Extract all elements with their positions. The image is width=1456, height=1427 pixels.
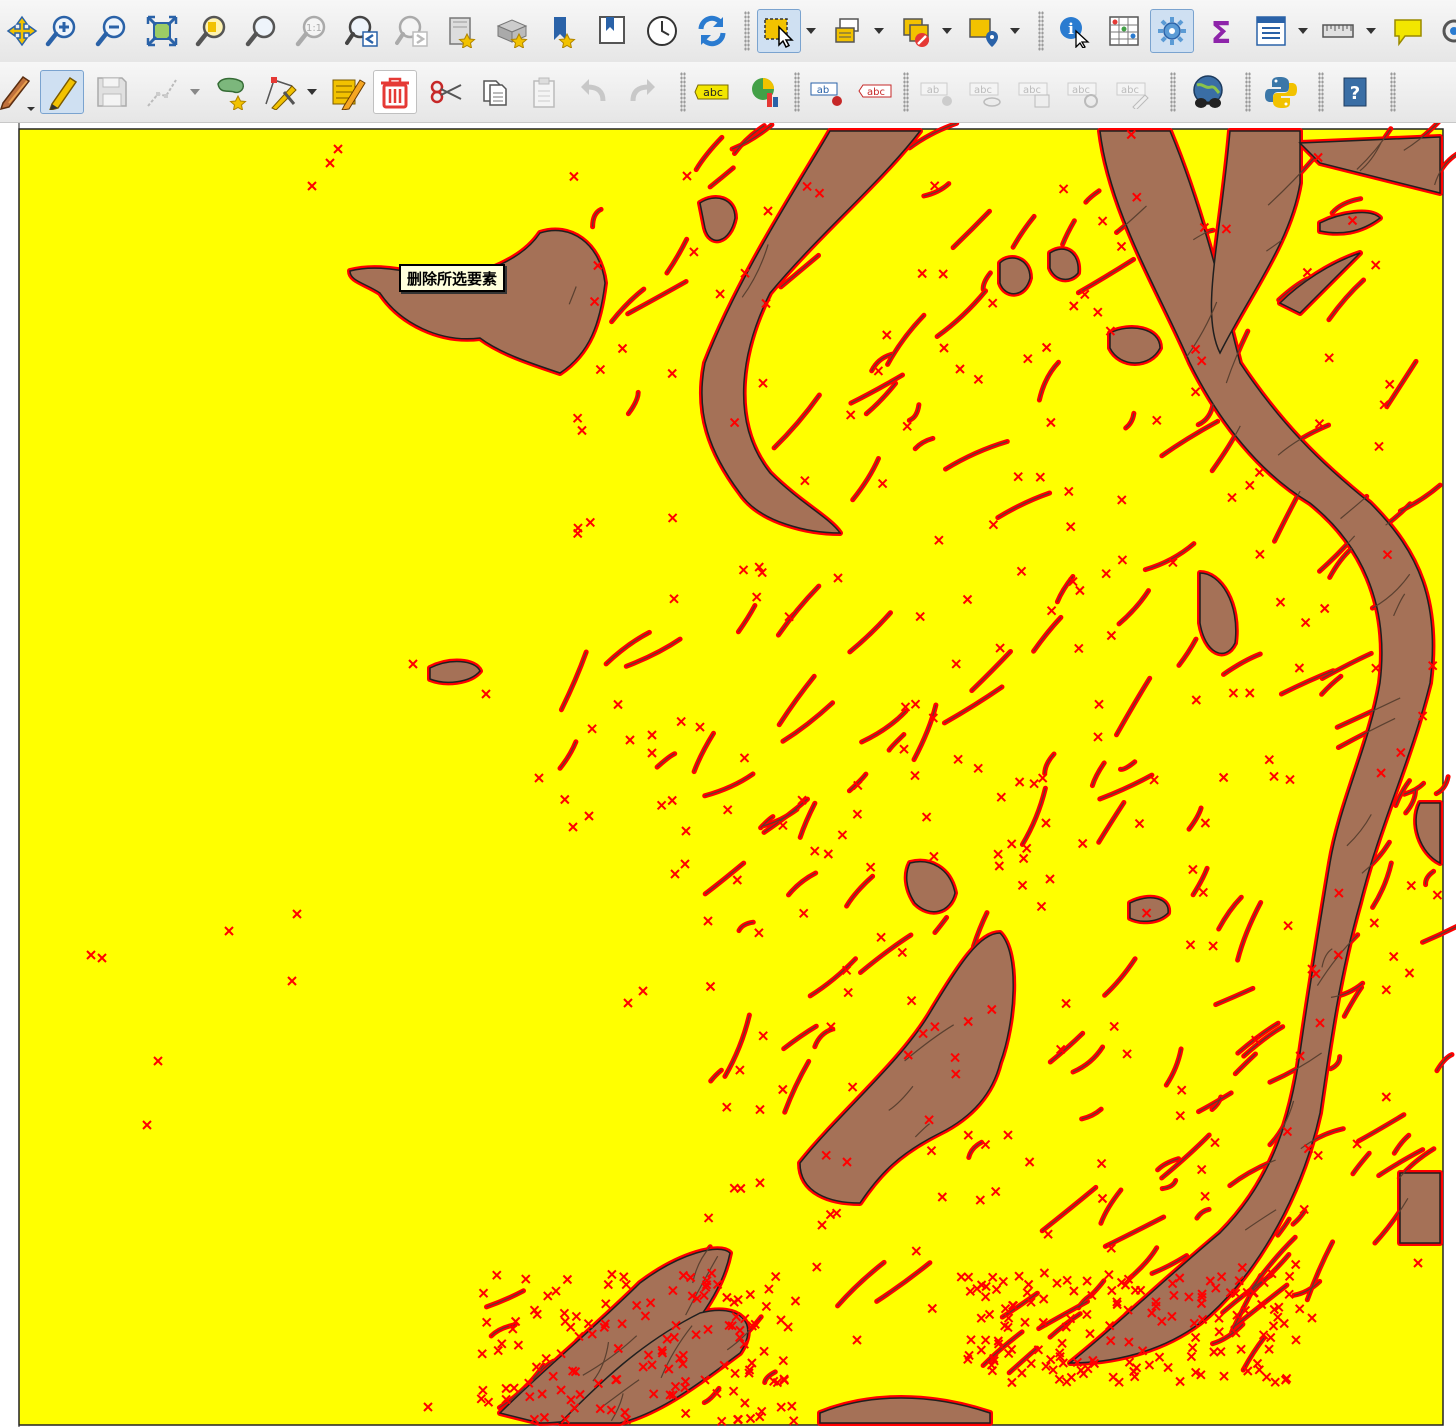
measure-dropdown[interactable] xyxy=(1366,9,1376,53)
svg-text:?: ? xyxy=(1350,83,1360,104)
vertex-tool-icon[interactable] xyxy=(258,70,302,114)
svg-text:abc: abc xyxy=(974,85,992,96)
new-bookmark-icon[interactable] xyxy=(540,9,584,53)
toolbar-separator xyxy=(744,11,750,51)
zoom-in-icon[interactable] xyxy=(40,9,84,53)
deselect-features-icon[interactable] xyxy=(894,9,938,53)
zoom-out-icon[interactable] xyxy=(90,9,134,53)
change-label-icon[interactable]: abc xyxy=(1111,70,1155,114)
show-bookmarks-icon[interactable] xyxy=(590,9,634,53)
pan-map-to-selection-icon[interactable] xyxy=(0,9,44,53)
select-features-dropdown[interactable] xyxy=(806,9,816,53)
zoom-last-icon[interactable] xyxy=(340,9,384,53)
select-by-value-dropdown[interactable] xyxy=(874,9,884,53)
toolbar-separator xyxy=(680,72,686,112)
settings-icon[interactable] xyxy=(1432,9,1456,53)
toolbox-icon[interactable] xyxy=(1150,9,1194,53)
save-layer-edits-icon[interactable] xyxy=(90,70,134,114)
toolbar-separator xyxy=(1170,72,1176,112)
highlight-label-icon[interactable]: abc xyxy=(853,70,897,114)
refresh-icon[interactable] xyxy=(690,9,734,53)
diagram-icon[interactable] xyxy=(744,70,788,114)
georeferencer-icon[interactable] xyxy=(1186,70,1230,114)
select-features-icon[interactable] xyxy=(757,9,801,53)
new-3d-map-view-icon[interactable] xyxy=(490,9,534,53)
copy-features-icon[interactable] xyxy=(473,70,517,114)
zoom-to-layer-icon[interactable] xyxy=(240,9,284,53)
svg-text:abc: abc xyxy=(867,87,885,98)
field-calculator-dropdown[interactable] xyxy=(1298,9,1308,53)
map-navigation-toolbar: 1:1 i Σ xyxy=(0,0,1456,63)
deselect-dropdown[interactable] xyxy=(942,9,952,53)
river-feature-outline xyxy=(1399,1172,1441,1244)
toggle-editing-icon[interactable] xyxy=(40,70,84,114)
svg-text:1:1: 1:1 xyxy=(306,23,322,34)
label-toolbar-icon[interactable]: abc xyxy=(692,70,736,114)
redo-icon[interactable] xyxy=(620,70,664,114)
open-attribute-table-icon[interactable] xyxy=(1102,9,1146,53)
field-calculator-icon[interactable] xyxy=(1249,9,1293,53)
current-edits-icon[interactable] xyxy=(0,70,38,114)
pin-labels-disabled-icon[interactable]: ab xyxy=(915,70,959,114)
svg-text:i: i xyxy=(1068,20,1074,38)
map-canvas[interactable]: 删除所选要素 xyxy=(0,123,1456,1427)
help-icon[interactable]: ? xyxy=(1333,70,1377,114)
zoom-native-resolution-icon[interactable]: 1:1 xyxy=(290,9,334,53)
toolbar-separator xyxy=(1245,72,1251,112)
tooltip-delete-selected: 删除所选要素 xyxy=(399,264,506,292)
digitize-dropdown[interactable] xyxy=(190,70,200,114)
modify-attributes-icon[interactable] xyxy=(326,70,370,114)
paste-features-icon[interactable] xyxy=(522,70,566,114)
editing-toolbar: abc ab abc ab abc abc abc abc ? xyxy=(0,62,1456,123)
zoom-to-selection-icon[interactable] xyxy=(190,9,234,53)
move-label-icon[interactable]: abc xyxy=(1013,70,1057,114)
cut-features-icon[interactable] xyxy=(424,70,468,114)
digitize-line-icon[interactable] xyxy=(140,70,184,114)
delete-selected-icon[interactable] xyxy=(373,70,417,114)
river-feature-outline xyxy=(1109,327,1161,364)
river-feature-outline xyxy=(999,257,1031,295)
toolbar-separator xyxy=(1390,72,1396,112)
python-console-icon[interactable] xyxy=(1259,70,1303,114)
toolbar-separator xyxy=(1318,72,1324,112)
map-render xyxy=(18,123,1456,1427)
svg-text:ab: ab xyxy=(817,85,829,96)
select-by-location-dropdown[interactable] xyxy=(1010,9,1020,53)
svg-text:abc: abc xyxy=(703,86,723,99)
vertex-tool-dropdown[interactable] xyxy=(307,70,317,114)
map-tips-icon[interactable] xyxy=(1386,9,1430,53)
undo-icon[interactable] xyxy=(572,70,616,114)
temporal-controller-icon[interactable] xyxy=(640,9,684,53)
svg-text:Σ: Σ xyxy=(1211,16,1232,48)
zoom-full-icon[interactable] xyxy=(140,9,184,53)
pin-label-icon[interactable]: ab xyxy=(805,70,849,114)
new-map-view-icon[interactable] xyxy=(440,9,484,53)
svg-text:abc: abc xyxy=(1023,85,1041,96)
show-hide-labels-icon[interactable]: abc xyxy=(964,70,1008,114)
identify-features-icon[interactable]: i xyxy=(1052,9,1096,53)
measure-line-icon[interactable] xyxy=(1316,9,1360,53)
svg-text:abc: abc xyxy=(1072,85,1090,96)
toolbar-separator xyxy=(1038,11,1044,51)
select-by-location-icon[interactable] xyxy=(962,9,1006,53)
toolbar-separator xyxy=(794,72,800,112)
zoom-next-icon[interactable] xyxy=(390,9,434,53)
toolbar-separator xyxy=(903,72,909,112)
svg-text:ab: ab xyxy=(927,85,939,96)
svg-text:abc: abc xyxy=(1121,85,1139,96)
select-by-value-icon[interactable] xyxy=(826,9,870,53)
add-polygon-feature-icon[interactable] xyxy=(210,70,254,114)
statistical-summary-icon[interactable]: Σ xyxy=(1199,9,1243,53)
rotate-label-icon[interactable]: abc xyxy=(1062,70,1106,114)
